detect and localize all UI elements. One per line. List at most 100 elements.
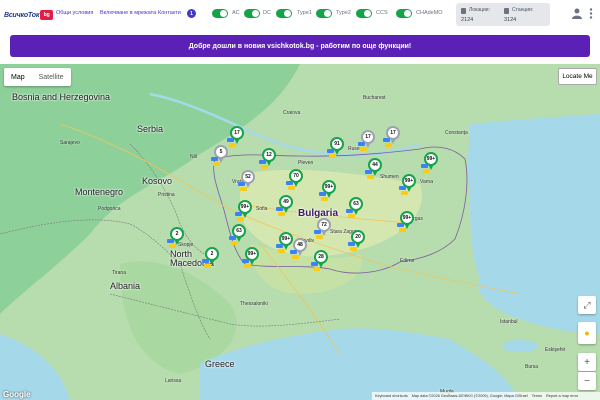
notification-badge[interactable]: 1 bbox=[187, 9, 196, 18]
city-label: Larissa bbox=[165, 378, 182, 384]
ac-connector-tag bbox=[314, 230, 321, 234]
dc-connector-tag bbox=[231, 241, 238, 245]
ac-connector-tag bbox=[327, 149, 334, 153]
charger-cluster-pin[interactable]: 99+ bbox=[235, 200, 252, 221]
charger-cluster-pin[interactable]: 99+ bbox=[242, 247, 259, 268]
dc-connector-tag bbox=[401, 191, 408, 195]
charger-cluster-pin[interactable]: 99+ bbox=[399, 174, 416, 195]
report-error-link[interactable]: Report a map error bbox=[546, 394, 578, 398]
country-label-albania: Albania bbox=[110, 281, 141, 291]
filter-type2-toggle[interactable] bbox=[316, 9, 332, 18]
zoom-in-button[interactable]: + bbox=[578, 353, 596, 371]
kebab-menu-icon[interactable] bbox=[588, 8, 594, 19]
filter-chademo-toggle[interactable] bbox=[396, 9, 412, 18]
country-label-greece: Greece bbox=[205, 359, 235, 369]
charger-cluster-pin[interactable]: 17 bbox=[358, 130, 375, 151]
site-logo[interactable]: ВсичкоТок bg bbox=[4, 8, 54, 22]
dc-connector-tag bbox=[213, 162, 220, 166]
charger-cluster-pin[interactable]: 99+ bbox=[397, 211, 414, 232]
filter-type1-toggle[interactable] bbox=[276, 9, 292, 18]
user-icon[interactable] bbox=[572, 8, 582, 19]
charger-cluster-pin[interactable]: 52 bbox=[238, 170, 255, 191]
charger-cluster-pin[interactable]: 63 bbox=[346, 197, 363, 218]
ac-connector-tag bbox=[227, 138, 234, 142]
charger-cluster-pin[interactable]: 5 bbox=[211, 145, 228, 166]
city-label: Podgorica bbox=[98, 206, 121, 212]
keyboard-shortcuts-link[interactable]: Keyboard shortcuts bbox=[375, 394, 408, 398]
ac-connector-tag bbox=[319, 192, 326, 196]
charger-cluster-pin[interactable]: 2 bbox=[167, 227, 184, 248]
logo-text: ВсичкоТок bbox=[4, 11, 40, 19]
charger-cluster-pin[interactable]: 44 bbox=[365, 158, 382, 179]
map-type-map[interactable]: Map bbox=[4, 68, 32, 86]
nav-terms-link[interactable]: Общи условия bbox=[56, 10, 93, 16]
charger-cluster-pin[interactable]: 28 bbox=[311, 250, 328, 271]
stations-label: Станции: bbox=[512, 7, 534, 13]
ac-connector-tag bbox=[348, 242, 355, 246]
ac-connector-tag bbox=[211, 157, 218, 161]
charger-cluster-pin[interactable]: 2 bbox=[202, 247, 219, 268]
charger-cluster-pin[interactable]: 49 bbox=[276, 195, 293, 216]
ac-connector-tag bbox=[242, 259, 249, 263]
filter-ccs-label: CCS bbox=[376, 10, 388, 16]
ac-connector-tag bbox=[286, 181, 293, 185]
city-label: Pleven bbox=[298, 160, 314, 166]
filter-chademo-label: CHAdeMO bbox=[416, 10, 443, 16]
charger-cluster-pin[interactable]: 12 bbox=[259, 148, 276, 169]
dc-connector-tag bbox=[329, 154, 336, 158]
welcome-banner: Добре дошли в новия vsichkotok.bg - рабо… bbox=[10, 35, 590, 57]
dc-connector-tag bbox=[292, 255, 299, 259]
charger-cluster-pin[interactable]: 63 bbox=[229, 224, 246, 245]
welcome-banner-text: Добре дошли в новия vsichkotok.bg - рабо… bbox=[188, 42, 412, 50]
charger-cluster-pin[interactable]: 99+ bbox=[276, 232, 293, 253]
filter-ac-toggle[interactable] bbox=[212, 9, 228, 18]
city-label: Shumen bbox=[380, 174, 399, 180]
map-canvas[interactable]: Bosnia and Herzegovina Serbia Montenegro… bbox=[0, 64, 600, 400]
country-label-kosovo: Kosovo bbox=[142, 176, 173, 186]
charger-icon bbox=[504, 8, 509, 14]
ac-connector-tag bbox=[276, 207, 283, 211]
ac-connector-tag bbox=[399, 186, 406, 190]
ac-connector-tag bbox=[229, 236, 236, 240]
city-label: Thessaloniki bbox=[240, 301, 268, 307]
pegman-icon[interactable]: ● bbox=[578, 322, 596, 344]
city-label: Istanbul bbox=[500, 319, 518, 325]
charger-cluster-pin[interactable]: 17 bbox=[383, 126, 400, 147]
stations-value: 3124 bbox=[504, 17, 517, 23]
charger-cluster-pin[interactable]: 99+ bbox=[319, 180, 336, 201]
country-label-serbia: Serbia bbox=[137, 124, 164, 134]
nav-join-network-link[interactable]: Включване в мрежата bbox=[100, 10, 156, 16]
locations-value: 2124 bbox=[461, 17, 474, 23]
zoom-out-button[interactable]: − bbox=[578, 372, 596, 390]
dc-connector-tag bbox=[261, 165, 268, 169]
charger-cluster-pin[interactable]: 17 bbox=[227, 126, 244, 147]
charger-cluster-pin[interactable]: 20 bbox=[348, 230, 365, 251]
terms-link[interactable]: Terms bbox=[532, 394, 542, 398]
fullscreen-icon[interactable]: ⤢ bbox=[578, 296, 596, 314]
map-attribution-bar: Keyboard shortcuts Map data ©2026 GeoBas… bbox=[372, 392, 600, 400]
nav-contacts-link[interactable]: Контакти bbox=[158, 10, 181, 16]
charger-cluster-pin[interactable]: 99+ bbox=[421, 152, 438, 173]
dc-connector-tag bbox=[367, 175, 374, 179]
city-label: Tirana bbox=[112, 270, 126, 276]
filter-dc-toggle[interactable] bbox=[244, 9, 260, 18]
filter-ccs-toggle[interactable] bbox=[356, 9, 372, 18]
location-pin-icon bbox=[461, 8, 466, 14]
ac-connector-tag bbox=[383, 138, 390, 142]
charger-cluster-pin[interactable]: 70 bbox=[286, 169, 303, 190]
dc-connector-tag bbox=[278, 212, 285, 216]
ac-connector-tag bbox=[358, 142, 365, 146]
dc-connector-tag bbox=[169, 244, 176, 248]
logo-badge-text: bg bbox=[43, 12, 50, 18]
city-label: Bucharest bbox=[363, 95, 386, 101]
dc-connector-tag bbox=[229, 143, 236, 147]
charger-cluster-pin[interactable]: 72 bbox=[314, 218, 331, 239]
charger-cluster-pin[interactable]: 48 bbox=[290, 238, 307, 259]
locate-me-button[interactable]: Locate Me bbox=[558, 68, 597, 85]
filter-ac-label: AC bbox=[232, 10, 240, 16]
map-data-attribution: Map data ©2026 GeoBasis-DE/BKG (©2009), … bbox=[411, 394, 528, 398]
stats-panel: Локации: 2124 Станции: 3124 bbox=[456, 3, 550, 26]
charger-cluster-pin[interactable]: 91 bbox=[327, 137, 344, 158]
map-type-satellite[interactable]: Satellite bbox=[32, 68, 71, 86]
country-label-montenegro: Montenegro bbox=[75, 187, 124, 197]
